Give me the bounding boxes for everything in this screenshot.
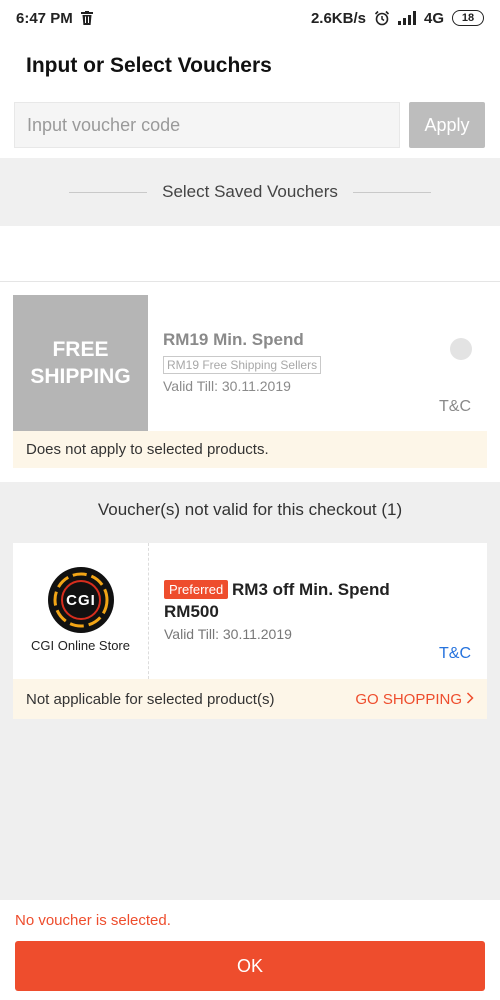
saved-vouchers-header: Select Saved Vouchers — [0, 158, 500, 226]
free-shipping-badge: FREE SHIPPING — [13, 295, 148, 431]
store-voucher-card[interactable]: CGI CGI Online Store RM3 off Min. Spend … — [13, 543, 487, 719]
header: Input or Select Vouchers — [0, 36, 500, 96]
divider-right — [352, 191, 431, 193]
alarm-clock-icon — [374, 10, 390, 26]
badge-line-1: FREE — [52, 338, 109, 361]
status-time: 6:47 PM — [16, 9, 73, 27]
store-logo-text: CGI — [66, 591, 96, 609]
preferred-badge: Preferred — [164, 580, 229, 599]
voucher-code-input[interactable] — [14, 102, 400, 148]
saved-vouchers-title: Select Saved Vouchers — [162, 182, 338, 201]
divider-left — [69, 191, 148, 193]
network-speed: 2.6KB/s — [310, 9, 366, 27]
saved-voucher-list: FREE SHIPPING RM19 Min. Spend RM19 Free … — [0, 282, 500, 482]
store-voucher-valid-till: Valid Till: 30.11.2019 — [164, 626, 292, 642]
chevron-right-icon — [466, 691, 474, 708]
network-type: 4G — [423, 9, 444, 27]
go-shopping-link[interactable]: GO SHOPPING — [355, 691, 474, 708]
blank-strip — [0, 226, 500, 282]
voucher-min-spend: RM19 Min. Spend — [163, 330, 304, 349]
store-logo: CGI — [48, 567, 114, 633]
footer: No voucher is selected. OK — [0, 900, 500, 1000]
signal-icon — [397, 11, 416, 25]
page-title: Input or Select Vouchers — [26, 54, 272, 77]
go-shopping-label: GO SHOPPING — [355, 690, 462, 708]
battery-icon: 18 — [452, 10, 484, 26]
store-name: CGI Online Store — [31, 638, 130, 653]
badge-line-2: SHIPPING — [30, 365, 131, 388]
voucher-valid-till: Valid Till: 30.11.2019 — [163, 378, 291, 394]
trash-icon — [80, 11, 93, 25]
voucher-tag: RM19 Free Shipping Sellers — [163, 356, 322, 374]
ok-button[interactable]: OK — [15, 941, 485, 991]
battery-level: 18 — [461, 12, 475, 24]
invalid-vouchers-section: Voucher(s) not valid for this checkout (… — [0, 482, 500, 900]
tc-link[interactable]: T&C — [439, 398, 471, 416]
voucher-input-row: Apply — [0, 96, 500, 158]
store-notice-text: Not applicable for selected product(s) — [26, 690, 275, 708]
apply-button[interactable]: Apply — [409, 102, 485, 148]
store-tc-link[interactable]: T&C — [439, 645, 471, 663]
no-voucher-warning: No voucher is selected. — [15, 912, 171, 929]
voucher-notice: Does not apply to selected products. — [13, 431, 487, 468]
invalid-vouchers-heading: Voucher(s) not valid for this checkout (… — [97, 500, 403, 519]
status-bar: 6:47 PM 2.6KB/s 4G 18 — [0, 0, 500, 36]
store-voucher-notice: Not applicable for selected product(s) G… — [13, 679, 487, 719]
voucher-select-radio[interactable] — [450, 338, 472, 360]
free-shipping-voucher-card[interactable]: FREE SHIPPING RM19 Min. Spend RM19 Free … — [13, 295, 487, 431]
card-separator — [148, 543, 149, 679]
